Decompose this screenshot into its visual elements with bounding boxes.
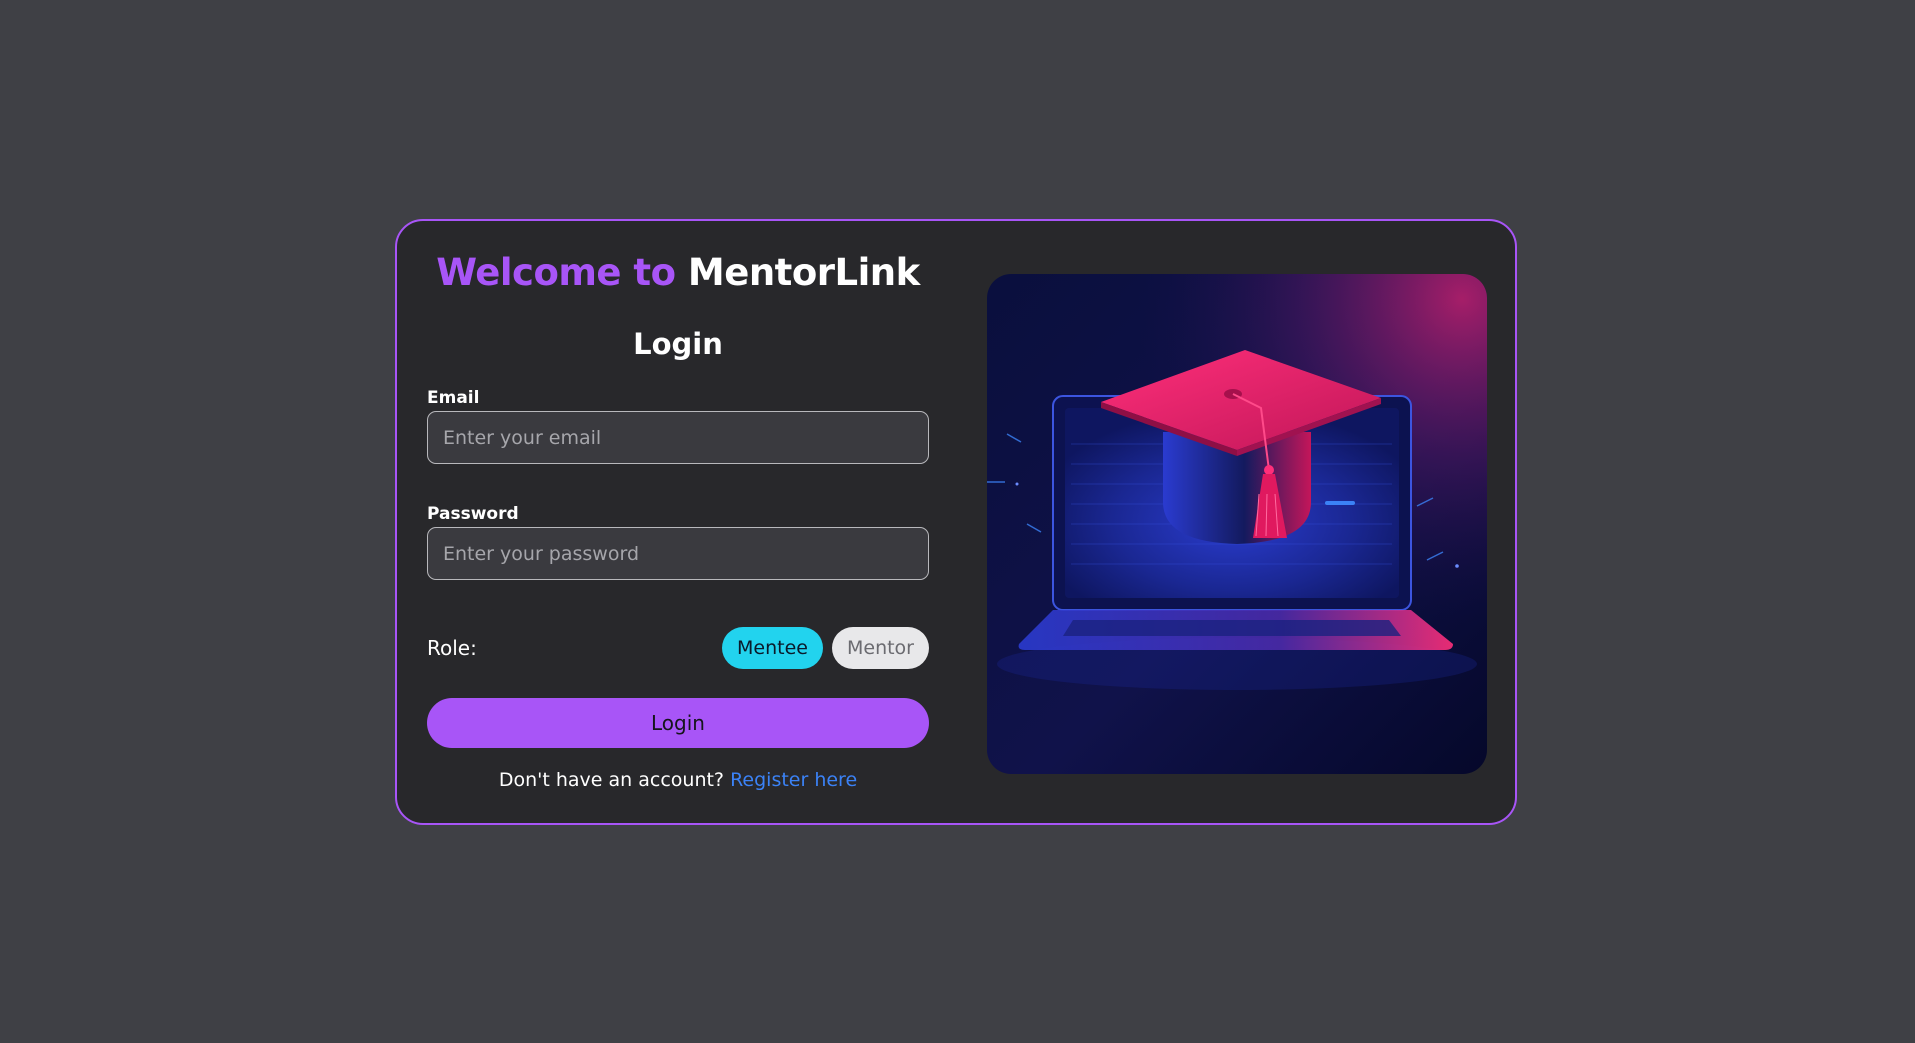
- welcome-heading: Welcome to MentorLink: [427, 251, 929, 294]
- graduation-cap-laptop-illustration: [987, 274, 1487, 774]
- email-field[interactable]: [427, 411, 929, 464]
- form-title: Login: [633, 327, 723, 361]
- brand-name: MentorLink: [687, 251, 920, 294]
- role-mentor-button[interactable]: Mentor: [832, 627, 929, 669]
- login-button[interactable]: Login: [427, 698, 929, 748]
- register-link[interactable]: Register here: [730, 769, 857, 791]
- register-prompt-text: Don't have an account?: [498, 769, 725, 791]
- role-label: Role:: [427, 636, 477, 660]
- login-card: Welcome to MentorLink Login Email Passwo…: [395, 219, 1517, 825]
- hero-illustration-icon: [987, 274, 1487, 774]
- welcome-prefix: Welcome to: [436, 251, 676, 294]
- register-prompt: Don't have an account? Register here: [427, 769, 929, 791]
- role-mentee-button[interactable]: Mentee: [722, 627, 823, 669]
- password-field[interactable]: [427, 527, 929, 580]
- password-label: Password: [427, 504, 519, 524]
- email-label: Email: [427, 388, 480, 408]
